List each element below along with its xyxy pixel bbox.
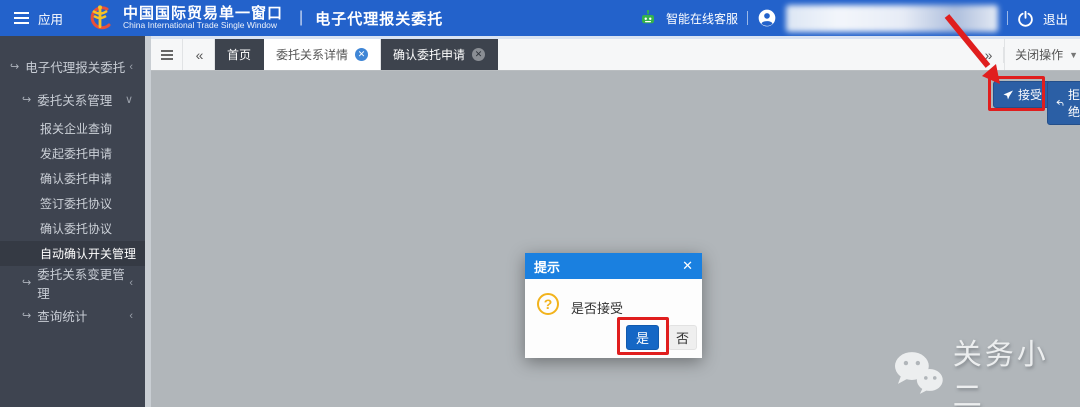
watermark: 关务小二 [893, 331, 1080, 407]
dialog-title: 提示 [534, 257, 560, 276]
sidebar-item-label: 确认委托协议 [40, 220, 112, 237]
apps-menu-label[interactable]: 应用 [38, 9, 63, 28]
header-divider [747, 11, 748, 25]
header-divider: | [299, 9, 303, 27]
module-title: 电子代理报关委托 [315, 8, 443, 29]
tab-confirm-application[interactable]: 确认委托申请 ✕ [381, 39, 498, 70]
watermark-text: 关务小二 [953, 331, 1080, 407]
reject-label: 拒绝 [1068, 86, 1080, 120]
single-window-logo-icon [85, 3, 115, 33]
sidebar-item-label: 确认委托申请 [40, 170, 112, 187]
sidebar-item-entrust-relation-mgmt[interactable]: ↪ 委托关系管理 ∨ [0, 83, 145, 116]
sidebar-item-electronic-agent[interactable]: ↪ 电子代理报关委托 ‹ [0, 50, 145, 83]
dialog-header: 提示 ✕ [525, 253, 702, 279]
dialog-close-icon[interactable]: ✕ [682, 258, 693, 274]
sidebar-item-broker-query[interactable]: 报关企业查询 [0, 116, 145, 141]
sidebar-item-label: 自动确认开关管理 [40, 245, 136, 262]
sidebar-item-query-statistics[interactable]: ↪ 查询统计 ‹ [0, 299, 145, 332]
arrow-icon: ↪ [22, 93, 31, 106]
dialog-yes-button[interactable]: 是 [626, 325, 659, 350]
sidebar-item-auto-confirm-switch[interactable]: 自动确认开关管理 [0, 241, 145, 266]
tab-label: 首页 [227, 46, 251, 63]
chevron-left-icon: ‹ [129, 61, 133, 73]
header-divider [1007, 11, 1008, 25]
dialog-message: 是否接受 [571, 298, 623, 317]
dialog-body: ? 是否接受 是 否 [525, 279, 702, 358]
sidebar-gutter [145, 36, 151, 407]
brand-title-cn: 中国国际贸易单一窗口 [123, 6, 283, 22]
paper-plane-icon [1002, 89, 1014, 101]
power-icon[interactable] [1017, 10, 1034, 27]
sidebar-item-label: 委托关系管理 [37, 90, 112, 109]
dialog-no-button[interactable]: 否 [668, 325, 697, 350]
tab-label: 确认委托申请 [393, 46, 465, 63]
close-tab-icon[interactable]: ✕ [472, 48, 485, 61]
accept-label: 接受 [1018, 86, 1042, 103]
apps-menu-icon[interactable] [14, 12, 29, 24]
sidebar-item-relation-change-mgmt[interactable]: ↪ 委托关系变更管理 ‹ [0, 266, 145, 299]
robot-icon [639, 9, 657, 27]
username-redacted [786, 5, 998, 32]
tabs-scroll-left-icon[interactable]: « [183, 39, 215, 70]
reject-button[interactable]: 拒绝 [1047, 81, 1080, 125]
online-support-link[interactable]: 智能在线客服 [666, 10, 738, 27]
sidebar-item-label: 报关企业查询 [40, 120, 112, 137]
arrow-icon: ↪ [22, 276, 31, 289]
brand-title-en: China International Trade Single Window [123, 21, 283, 30]
sidebar-item-confirm-agreement[interactable]: 确认委托协议 [0, 216, 145, 241]
sidebar-nav: ↪ 电子代理报关委托 ‹ ↪ 委托关系管理 ∨ 报关企业查询 发起委托申请 确认… [0, 36, 145, 407]
wechat-icon [893, 351, 945, 395]
caret-down-icon: ▼ [1069, 50, 1078, 60]
sidebar-item-confirm-application[interactable]: 确认委托申请 [0, 166, 145, 191]
chevron-down-icon: ∨ [125, 93, 133, 106]
sidebar-item-label: 发起委托申请 [40, 145, 112, 162]
sidebar-item-label: 签订委托协议 [40, 195, 112, 212]
tab-relation-detail[interactable]: 委托关系详情 ✕ [264, 39, 381, 70]
reply-arrow-icon [1056, 97, 1064, 109]
top-header: 应用 中国国际贸易单一窗口 China International Trade … [0, 0, 1080, 36]
question-icon: ? [537, 293, 559, 315]
close-tab-icon[interactable]: ✕ [355, 48, 368, 61]
accept-button[interactable]: 接受 [993, 81, 1051, 108]
confirm-dialog: 提示 ✕ ? 是否接受 是 否 [525, 253, 702, 358]
tabs-scroll-right-icon[interactable]: » [972, 47, 1004, 63]
tab-home[interactable]: 首页 [215, 39, 264, 70]
tab-bar: « 首页 委托关系详情 ✕ 确认委托申请 ✕ » 关闭操作 ▼ [151, 36, 1080, 71]
tab-menu-icon[interactable] [151, 39, 183, 70]
app-window: 应用 中国国际贸易单一窗口 China International Trade … [0, 0, 1080, 407]
sidebar-item-initiate-application[interactable]: 发起委托申请 [0, 141, 145, 166]
arrow-icon: ↪ [22, 309, 31, 322]
brand-title: 中国国际贸易单一窗口 China International Trade Sin… [123, 6, 283, 31]
sidebar-item-sign-agreement[interactable]: 签订委托协议 [0, 191, 145, 216]
close-operation-dropdown[interactable]: 关闭操作 ▼ [1004, 39, 1080, 70]
sidebar-item-label: 查询统计 [37, 306, 87, 325]
sidebar-item-label: 委托关系变更管理 [37, 264, 129, 302]
tab-label: 委托关系详情 [276, 46, 348, 63]
chevron-left-icon: ‹ [129, 310, 133, 322]
close-operation-label: 关闭操作 [1015, 46, 1063, 63]
user-avatar-icon[interactable] [757, 8, 777, 28]
sidebar-item-label: 电子代理报关委托 [25, 57, 125, 76]
header-right-group: 智能在线客服 退出 [639, 5, 1080, 32]
logout-button[interactable]: 退出 [1043, 9, 1068, 28]
arrow-icon: ↪ [10, 60, 19, 73]
chevron-left-icon: ‹ [129, 277, 133, 289]
